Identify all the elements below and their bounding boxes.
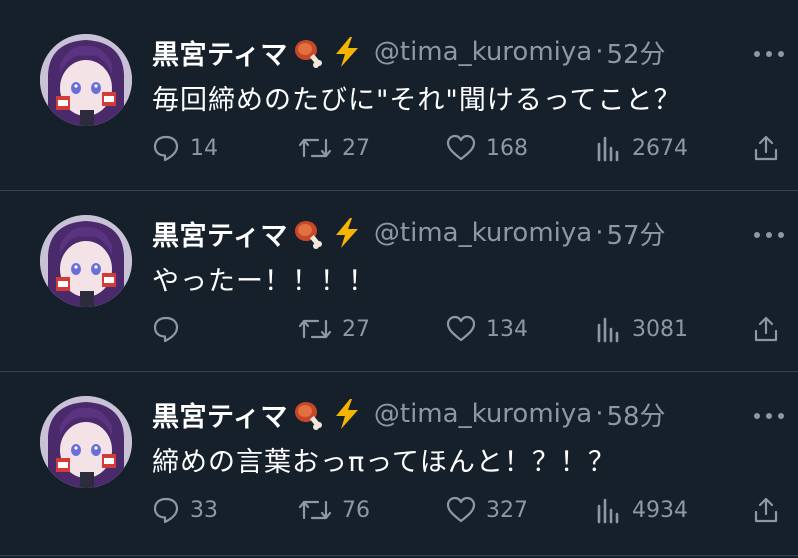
more-options-icon[interactable] — [752, 48, 786, 60]
timestamp[interactable]: 57分 — [606, 215, 665, 252]
retweet-button[interactable]: 76 — [298, 492, 370, 528]
more-options-icon[interactable] — [752, 410, 786, 422]
share-icon — [752, 496, 780, 524]
share-button[interactable] — [752, 130, 780, 166]
author-handle[interactable]: @tima_kuromiya — [374, 37, 592, 67]
avatar[interactable] — [40, 34, 132, 126]
analytics-icon — [596, 496, 622, 524]
retweet-count: 27 — [342, 316, 370, 342]
author-handle[interactable]: @tima_kuromiya — [374, 399, 592, 429]
heart-icon — [446, 134, 476, 162]
analytics-icon — [596, 134, 622, 162]
retweet-icon — [298, 315, 332, 343]
reply-icon — [152, 496, 180, 524]
like-count: 168 — [486, 135, 528, 161]
views-button[interactable]: 2674 — [596, 130, 688, 166]
tweet-header: 黒宮ティマ @tima_kuromiya · 52分 — [152, 32, 666, 72]
tweet-text: 締めの言葉おっπってほんと！？！？ — [152, 447, 616, 478]
reply-button[interactable] — [152, 311, 190, 347]
reply-icon — [152, 315, 180, 343]
tweet-header: 黒宮ティマ @tima_kuromiya · 57分 — [152, 213, 666, 253]
timestamp[interactable]: 52分 — [606, 34, 665, 71]
meat-on-bone-icon — [292, 398, 324, 430]
tweet[interactable]: 黒宮ティマ @tima_kuromiya · 52分 毎回締めのたびに"それ"聞… — [0, 10, 798, 190]
view-count: 2674 — [632, 135, 688, 161]
tweet-text: やったー！！！！ — [152, 266, 376, 297]
more-options-icon[interactable] — [752, 229, 786, 241]
share-button[interactable] — [752, 311, 780, 347]
reply-icon — [152, 134, 180, 162]
author-name[interactable]: 黒宮ティマ — [152, 33, 288, 72]
like-button[interactable]: 134 — [446, 311, 528, 347]
reply-count: 33 — [190, 497, 218, 523]
retweet-icon — [298, 496, 332, 524]
view-count: 4934 — [632, 497, 688, 523]
separator-dot: · — [595, 399, 604, 429]
separator-dot: · — [595, 218, 604, 248]
retweet-button[interactable]: 27 — [298, 130, 370, 166]
reply-button[interactable]: 33 — [152, 492, 218, 528]
tweet-header: 黒宮ティマ @tima_kuromiya · 58分 — [152, 394, 666, 434]
meat-on-bone-icon — [292, 217, 324, 249]
tweet[interactable]: 黒宮ティマ @tima_kuromiya · 58分 締めの言葉おっπってほんと… — [0, 372, 798, 552]
share-icon — [752, 315, 780, 343]
separator-dot: · — [595, 37, 604, 67]
reply-button[interactable]: 14 — [152, 130, 218, 166]
view-count: 3081 — [632, 316, 688, 342]
like-button[interactable]: 168 — [446, 130, 528, 166]
share-button[interactable] — [752, 492, 780, 528]
tweet[interactable]: 黒宮ティマ @tima_kuromiya · 57分 やったー！！！！ 27 1… — [0, 191, 798, 371]
tweet-actions: 27 134 3081 — [152, 311, 792, 347]
tweet-actions: 14 27 168 2674 — [152, 130, 792, 166]
author-name[interactable]: 黒宮ティマ — [152, 395, 288, 434]
heart-icon — [446, 315, 476, 343]
avatar[interactable] — [40, 215, 132, 307]
like-count: 327 — [486, 497, 528, 523]
author-handle[interactable]: @tima_kuromiya — [374, 218, 592, 248]
retweet-button[interactable]: 27 — [298, 311, 370, 347]
divider — [0, 555, 798, 556]
views-button[interactable]: 3081 — [596, 311, 688, 347]
heart-icon — [446, 496, 476, 524]
lightning-icon — [332, 36, 362, 68]
lightning-icon — [332, 217, 362, 249]
share-icon — [752, 134, 780, 162]
timeline-feed: 黒宮ティマ @tima_kuromiya · 52分 毎回締めのたびに"それ"聞… — [0, 0, 798, 558]
tweet-text: 毎回締めのたびに"それ"聞けるってこと？ — [152, 85, 682, 116]
retweet-count: 76 — [342, 497, 370, 523]
author-name[interactable]: 黒宮ティマ — [152, 214, 288, 253]
like-count: 134 — [486, 316, 528, 342]
retweet-count: 27 — [342, 135, 370, 161]
timestamp[interactable]: 58分 — [606, 396, 665, 433]
retweet-icon — [298, 134, 332, 162]
lightning-icon — [332, 398, 362, 430]
like-button[interactable]: 327 — [446, 492, 528, 528]
analytics-icon — [596, 315, 622, 343]
meat-on-bone-icon — [292, 36, 324, 68]
reply-count: 14 — [190, 135, 218, 161]
avatar[interactable] — [40, 396, 132, 488]
tweet-actions: 33 76 327 4934 — [152, 492, 792, 528]
views-button[interactable]: 4934 — [596, 492, 688, 528]
